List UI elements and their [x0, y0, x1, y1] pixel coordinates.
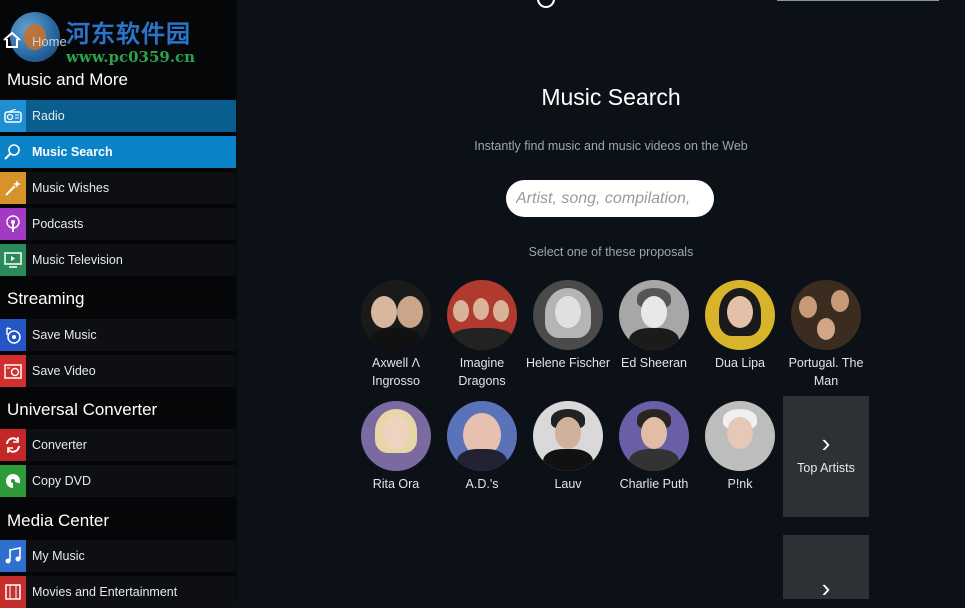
artist-card[interactable]: Portugal. The Man	[783, 280, 869, 390]
record-video-icon	[0, 355, 26, 387]
sidebar-item-label: Music Wishes	[32, 181, 110, 195]
app-logo-icon	[537, 0, 555, 8]
record-music-icon	[0, 319, 26, 351]
artist-avatar	[705, 280, 775, 350]
artist-name: Lauv	[554, 477, 582, 491]
next-page-button[interactable]: ›	[783, 535, 869, 603]
sidebar-item-podcasts[interactable]: Podcasts	[0, 208, 236, 240]
sidebar-item-copy-dvd[interactable]: Copy DVD	[0, 465, 236, 497]
sidebar-item-music-television[interactable]: Music Television	[0, 244, 236, 276]
tv-icon	[0, 244, 26, 276]
top-divider	[777, 0, 939, 1]
proposals-hint: Select one of these proposals	[528, 245, 694, 259]
magnifier-icon	[0, 136, 26, 168]
artist-avatar	[447, 280, 517, 350]
section-title-streaming: Streaming	[7, 289, 85, 308]
radio-icon	[0, 100, 26, 132]
sidebar-item-my-music[interactable]: My Music	[0, 540, 236, 572]
home-link[interactable]: Home	[0, 26, 237, 56]
artist-name: Portugal. The Man	[788, 356, 864, 388]
artist-name: Ed Sheeran	[620, 356, 688, 370]
artist-avatar	[533, 280, 603, 350]
section-title-universal-converter: Universal Converter	[7, 400, 158, 419]
artist-card[interactable]: Charlie Puth	[611, 401, 697, 493]
artist-card[interactable]: Ed Sheeran	[611, 280, 697, 372]
artist-name: Imagine Dragons	[458, 356, 506, 388]
main-content: Music Search Instantly find music and mu…	[237, 0, 965, 603]
sidebar-item-converter[interactable]: Converter	[0, 429, 236, 461]
film-icon	[0, 576, 26, 608]
artist-card[interactable]: Rita Ora	[353, 401, 439, 493]
artist-card[interactable]: P!nk	[697, 401, 783, 493]
artist-card[interactable]: Lauv	[525, 401, 611, 493]
artist-card[interactable]: Helene Fischer	[525, 280, 611, 372]
sidebar-item-label: Music Television	[32, 253, 123, 267]
magic-wand-icon	[0, 172, 26, 204]
sidebar-item-label: My Music	[32, 549, 85, 563]
sidebar-item-label: Converter	[32, 438, 87, 452]
music-note-icon	[0, 540, 26, 572]
artist-card[interactable]: Imagine Dragons	[439, 280, 525, 390]
artist-avatar	[447, 401, 517, 471]
sidebar: 河东软件园 www.pc0359.cn Home Music and More …	[0, 0, 237, 608]
artist-card[interactable]: Axwell Λ Ingrosso	[353, 280, 439, 390]
section-title-media-center: Media Center	[7, 511, 110, 530]
chevron-right-icon: ›	[821, 573, 831, 603]
sidebar-item-label: Save Video	[32, 364, 96, 378]
sidebar-item-movies-and-entertainment[interactable]: Movies and Entertainment	[0, 576, 236, 608]
top-artists-label: Top Artists	[797, 461, 855, 475]
artist-avatar	[533, 401, 603, 471]
artist-name: P!nk	[727, 477, 753, 491]
artist-card[interactable]: A.D.'s	[439, 401, 525, 493]
artist-avatar	[705, 401, 775, 471]
artist-name: Helene Fischer	[525, 356, 611, 370]
sidebar-item-label: Save Music	[32, 328, 97, 342]
artist-avatar	[361, 280, 431, 350]
artist-name: A.D.'s	[465, 477, 499, 491]
sidebar-item-music-wishes[interactable]: Music Wishes	[0, 172, 236, 204]
top-artists-button[interactable]: › Top Artists	[783, 396, 869, 517]
sidebar-item-label: Music Search	[32, 145, 113, 159]
podcast-icon	[0, 208, 26, 240]
artist-name: Dua Lipa	[714, 356, 766, 370]
chevron-right-icon: ›	[821, 428, 831, 458]
sidebar-item-label: Movies and Entertainment	[32, 585, 178, 599]
search-input[interactable]	[506, 180, 714, 217]
sidebar-item-save-music[interactable]: Save Music	[0, 319, 236, 351]
sidebar-item-music-search[interactable]: Music Search	[0, 136, 236, 168]
section-title-music-and-more: Music and More	[7, 70, 128, 89]
artist-avatar	[361, 401, 431, 471]
artist-name: Rita Ora	[372, 477, 420, 491]
sidebar-item-save-video[interactable]: Save Video	[0, 355, 236, 387]
page-title: Music Search	[541, 84, 681, 110]
dvd-icon	[0, 465, 26, 497]
sidebar-item-label: Copy DVD	[32, 474, 92, 488]
home-label: Home	[32, 34, 67, 49]
sidebar-item-radio[interactable]: Radio	[0, 100, 236, 132]
artist-name: Charlie Puth	[619, 477, 689, 491]
artist-avatar	[619, 280, 689, 350]
artist-name: Axwell Λ Ingrosso	[372, 356, 420, 388]
sidebar-item-label: Podcasts	[32, 217, 84, 231]
home-icon	[3, 31, 21, 48]
artist-avatar	[619, 401, 689, 471]
artist-card[interactable]: Dua Lipa	[697, 280, 783, 372]
page-subtitle: Instantly find music and music videos on…	[474, 139, 748, 153]
convert-icon	[0, 429, 26, 461]
sidebar-item-label: Radio	[32, 109, 65, 123]
artist-avatar	[791, 280, 861, 350]
